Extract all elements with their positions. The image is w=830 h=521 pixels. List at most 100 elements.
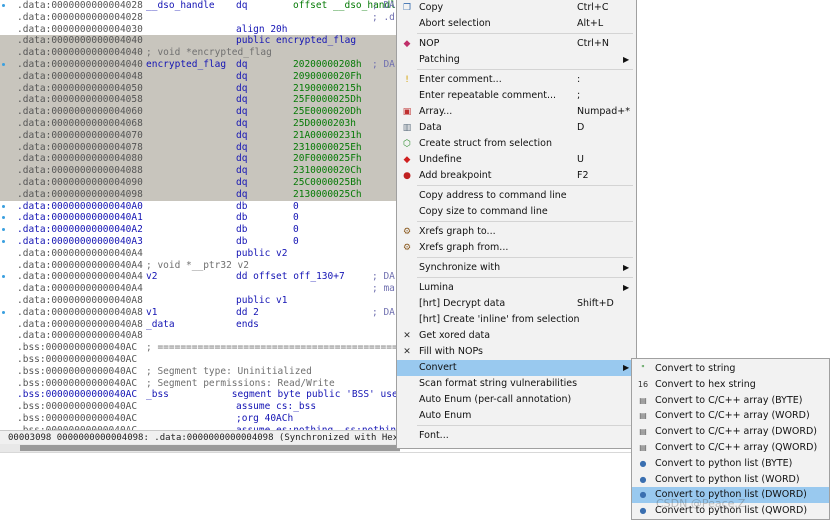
submenu-item[interactable]: ▤ Convert to C/C++ array (DWORD) [632,424,829,440]
menu-item[interactable]: ✕ Fill with NOPs [397,344,636,360]
menu-item[interactable]: ⚙ Xrefs graph to... [397,224,636,240]
menu-item[interactable]: Enter repeatable comment...; [397,88,636,104]
menu-item[interactable]: Convert ▶ [397,360,636,376]
submenu-item[interactable]: " Convert to string [632,361,829,377]
disasm-line[interactable]: .data:00000000000040A8 public v1 [0,295,400,307]
python-icon: ● [639,458,647,468]
line-text: ; void *encrypted_flag [146,47,272,59]
disasm-line[interactable]: .data:0000000000004040; void *encrypted_… [0,47,400,59]
disasm-line[interactable]: .data:00000000000040A8 v1 dd 2 ; DA [0,307,400,319]
submenu-arrow-icon: ▶ [623,263,630,272]
menu-item[interactable]: ◆ Undefine U [397,152,636,168]
line-mnemonic: dq [236,141,248,153]
submenu-item[interactable]: ▤ Convert to C/C++ array (QWORD) [632,440,829,456]
menu-item[interactable]: ! Enter comment...: [397,72,636,88]
submenu-item-label: Convert to python list (WORD) [655,473,800,485]
menu-item[interactable]: Auto Enum [397,408,636,424]
disasm-line[interactable]: .data:00000000000040A8 _data ends [0,319,400,331]
menu-item[interactable]: Copy address to command line [397,188,636,204]
line-operand: 2310000025Eh [293,141,362,153]
disasm-line[interactable]: .data:0000000000004040 encrypted_flag dq 20… [0,59,400,71]
disasm-line[interactable]: .data:0000000000004050 dq 21900000215h [0,82,400,95]
disasm-line[interactable]: .bss:00000000000040AC _bss segment byte p… [0,389,400,401]
disasm-line[interactable]: .data:0000000000004088 dq 2310000020Ch [0,165,400,177]
line-operand: 25E0000020Dh [293,106,362,118]
disasm-line[interactable]: .data:0000000000004048 dq 2090000020Fh [0,70,400,83]
line-label: _data [146,318,175,330]
menu-item[interactable]: ❐ Copy Ctrl+C [397,0,636,16]
submenu-item[interactable]: ● Convert to python list (BYTE) [632,456,829,472]
menu-item[interactable]: Lumina ▶ [397,280,636,296]
line-address: .data:0000000000004030 [17,23,143,35]
line-mnemonic: dq [236,177,248,188]
disasm-line[interactable]: .data:0000000000004028 ; .d [0,12,400,24]
disasm-line[interactable]: .data:0000000000004098 dq 2130000025Ch [0,188,400,201]
disasm-line[interactable]: .data:0000000000004078 dq 2310000025Eh [0,141,400,154]
disasm-line[interactable]: .data:0000000000004030 align 20h [0,24,400,36]
menu-item[interactable]: Patching ▶ [397,52,636,68]
disasm-line[interactable]: .data:00000000000040A8 [0,330,400,342]
disasm-line[interactable]: .bss:00000000000040AC [0,354,400,366]
disasm-line[interactable]: .data:0000000000004090 dq 25C0000025Bh [0,177,400,189]
menu-item[interactable]: [hrt] Create 'inline' from selection [397,312,636,328]
menu-item[interactable]: ● Add breakpoint F2 [397,168,636,184]
menu-item[interactable]: Auto Enum (per-call annotation) [397,392,636,408]
disasm-line[interactable]: .data:0000000000004040 public encrypted_f… [0,35,400,48]
disasm-line[interactable]: .bss:00000000000040AC ; Segment permissio… [0,378,400,390]
menu-item[interactable]: Copy size to command line [397,204,636,220]
line-operand: 21900000215h [293,82,362,94]
disasm-line[interactable]: .data:0000000000004060 dq 25E0000020Dh [0,106,400,118]
line-operand: 2090000020Fh [293,70,362,82]
disasm-line[interactable]: .bss:00000000000040AC ;org 40ACh [0,413,400,425]
disasm-line[interactable]: .data:00000000000040A4; void *__ptr32 v2 [0,260,400,272]
disasm-line[interactable]: .data:00000000000040A4 v2 dd offset off_13… [0,271,400,283]
submenu-item[interactable]: ● Convert to python list (WORD) [632,472,829,488]
menu-item-label: Get xored data [419,330,491,341]
disasm-line[interactable]: .data:0000000000004028 __dso_handle dq offs… [0,0,400,12]
menu-item-shortcut: Numpad+* [577,106,630,117]
menu-item[interactable]: [hrt] Decrypt data Shift+D [397,296,636,312]
line-mnemonic: dq [236,129,248,141]
disasm-line[interactable]: .data:00000000000040A4 public v2 [0,248,400,260]
line-address: .data:0000000000004098 [17,188,143,200]
horizontal-scrollbar[interactable] [0,444,400,452]
line-address: .data:00000000000040A4 [17,271,143,283]
menu-separator [417,185,633,186]
disasm-line[interactable]: .bss:00000000000040AC assume cs:_bss [0,401,400,413]
menu-item-label: [hrt] Create 'inline' from selection [419,314,580,325]
line-address: .data:0000000000004070 [17,129,143,141]
disasm-line[interactable]: .bss:00000000000040AC ; =================… [0,342,400,354]
menu-item[interactable]: ▥ Data D [397,120,636,136]
menu-item[interactable]: Synchronize with ▶ [397,260,636,276]
submenu-arrow-icon: ▶ [623,363,630,372]
menu-item[interactable]: Font... [397,428,636,444]
menu-item[interactable]: ▣ Array... Numpad+* [397,104,636,120]
comment-icon: ! [405,75,409,85]
disasm-line[interactable]: .data:0000000000004058 dq 25F0000025Dh [0,94,400,107]
disasm-line[interactable]: .data:00000000000040A2 db 0 [0,224,400,236]
undefine-icon: ◆ [403,155,411,165]
menu-item[interactable]: ⬡ Create struct from selection [397,136,636,152]
disasm-line[interactable]: .data:00000000000040A0 db 0 [0,201,400,213]
disasm-line[interactable]: .data:00000000000040A4 ; ma [0,283,400,295]
nop-icon: ◆ [403,39,411,49]
menu-item[interactable]: Scan format string vulnerabilities [397,376,636,392]
menu-item[interactable]: ✕ Get xored data [397,328,636,344]
disasm-line[interactable]: .data:0000000000004070 dq 21A00000231h [0,129,400,142]
submenu-item-label: Convert to hex string [655,378,756,390]
line-comment: ; ma [372,283,395,295]
disasm-line[interactable]: .bss:00000000000040AC ; Segment type: Uni… [0,366,400,378]
menu-item[interactable]: Abort selection Alt+L [397,16,636,32]
disassembly-view[interactable]: .data:0000000000004028 __dso_handle dq offs… [0,0,400,450]
scrollbar-thumb[interactable] [20,445,400,451]
disasm-line[interactable]: .data:0000000000004080 dq 20F0000025Fh [0,153,400,166]
submenu-item[interactable]: ▤ Convert to C/C++ array (BYTE) [632,393,829,409]
line-text: ; Segment permissions: Read/Write [146,377,335,389]
disasm-line[interactable]: .data:0000000000004068 dq 25D0000203h [0,118,400,130]
submenu-item[interactable]: 16 Convert to hex string [632,377,829,393]
menu-item[interactable]: ⚙ Xrefs graph from... [397,240,636,256]
disasm-line[interactable]: .data:00000000000040A3 db 0 [0,236,400,248]
menu-item[interactable]: ◆ NOP Ctrl+N [397,36,636,52]
submenu-item[interactable]: ▤ Convert to C/C++ array (WORD) [632,408,829,424]
disasm-line[interactable]: .data:00000000000040A1 db 0 [0,212,400,224]
